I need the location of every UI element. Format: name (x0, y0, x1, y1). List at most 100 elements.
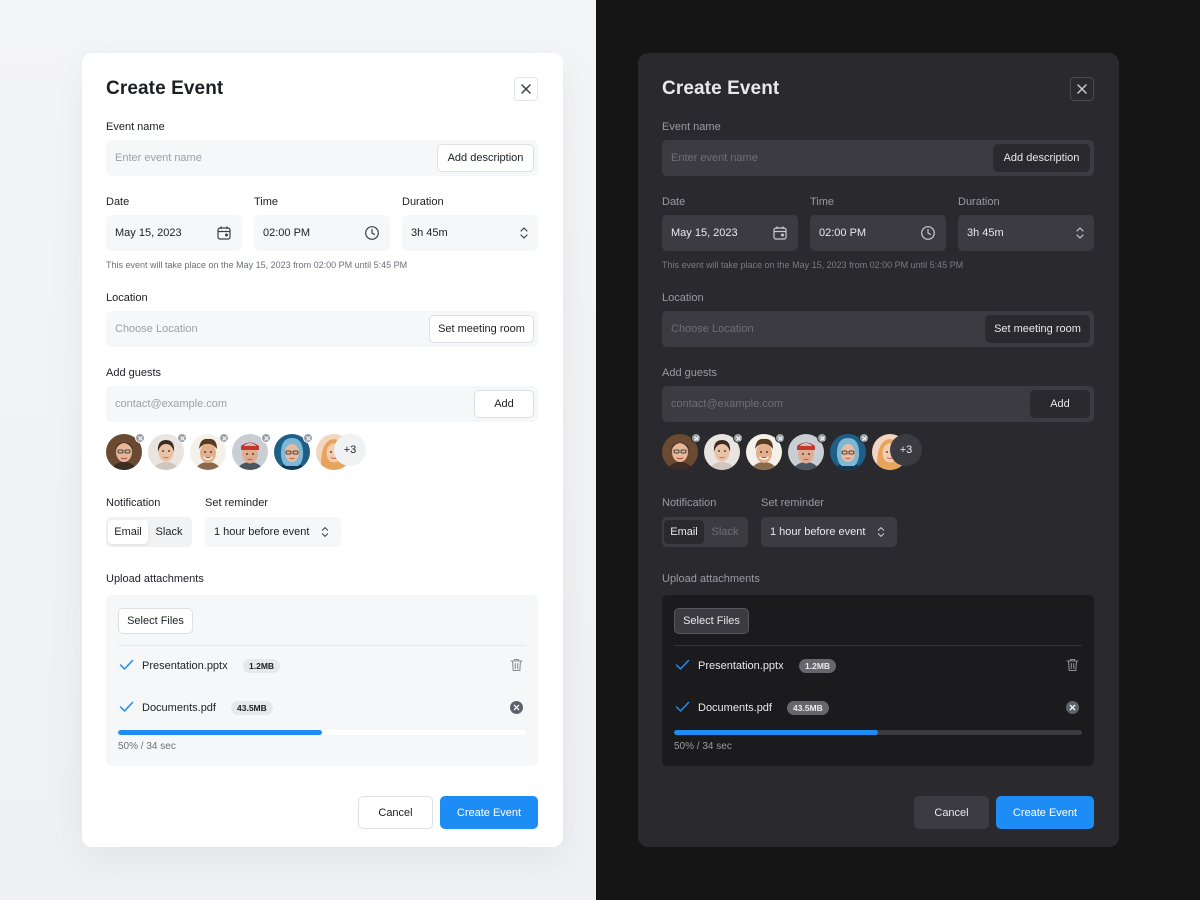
event-name-input[interactable]: Enter event name Add description (662, 140, 1094, 176)
file-size-badge: 1.2MB (799, 659, 837, 673)
location-placeholder: Choose Location (671, 323, 754, 335)
create-event-button[interactable]: Create Event (440, 796, 538, 829)
date-value: May 15, 2023 (671, 227, 738, 239)
select-files-button[interactable]: Select Files (118, 608, 193, 634)
notification-toggle[interactable]: Email Slack (662, 517, 748, 547)
cancel-circle-icon[interactable] (510, 701, 523, 714)
cancel-button[interactable]: Cancel (358, 796, 433, 829)
chevron-up-down-icon (877, 527, 885, 537)
date-label: Date (662, 196, 686, 208)
remove-guest-icon[interactable] (135, 433, 145, 443)
create-event-button[interactable]: Create Event (996, 796, 1094, 829)
more-guests-badge[interactable]: +3 (890, 434, 922, 466)
location-label: Location (662, 292, 704, 304)
upload-progress-fill (118, 730, 322, 735)
avatar (148, 433, 187, 470)
more-guests-badge[interactable]: +3 (334, 434, 366, 466)
notification-option-slack[interactable]: Slack (148, 520, 190, 544)
avatar (788, 433, 827, 470)
trash-icon[interactable] (510, 658, 523, 672)
notification-option-email[interactable]: Email (664, 520, 704, 544)
reminder-select[interactable]: 1 hour before event (761, 517, 897, 547)
add-guest-button[interactable]: Add (1030, 390, 1090, 418)
clock-icon[interactable] (364, 225, 380, 241)
duration-select[interactable]: 3h 45m (402, 215, 538, 251)
avatar (662, 433, 701, 470)
location-placeholder: Choose Location (115, 323, 198, 335)
trash-icon[interactable] (1066, 658, 1079, 672)
file-size-badge: 43.5MB (231, 701, 273, 715)
close-button[interactable] (514, 77, 538, 101)
add-description-button[interactable]: Add description (993, 144, 1090, 172)
remove-guest-icon[interactable] (691, 433, 701, 443)
create-event-modal: Create Event Event name Enter event name… (638, 53, 1119, 847)
file-size-badge: 1.2MB (243, 659, 281, 673)
set-meeting-room-button[interactable]: Set meeting room (429, 315, 534, 343)
check-icon (119, 659, 134, 670)
divider (674, 645, 1082, 646)
calendar-icon[interactable] (772, 225, 788, 241)
upload-progress-bar (118, 730, 526, 735)
remove-guest-icon[interactable] (775, 433, 785, 443)
guest-email-input[interactable]: contact@example.com Add (106, 386, 538, 422)
remove-guest-icon[interactable] (817, 433, 827, 443)
modal-title: Create Event (662, 78, 780, 99)
notification-option-slack[interactable]: Slack (704, 520, 746, 544)
event-name-input[interactable]: Enter event name Add description (106, 140, 538, 176)
schedule-hint: This event will take place on the May 15… (662, 260, 964, 270)
remove-guest-icon[interactable] (733, 433, 743, 443)
remove-guest-icon[interactable] (303, 433, 313, 443)
avatar (274, 433, 313, 470)
guest-email-input[interactable]: contact@example.com Add (662, 386, 1094, 422)
remove-guest-icon[interactable] (859, 433, 869, 443)
date-picker[interactable]: May 15, 2023 (106, 215, 242, 251)
set-meeting-room-button[interactable]: Set meeting room (985, 315, 1090, 343)
select-files-button[interactable]: Select Files (674, 608, 749, 634)
date-picker[interactable]: May 15, 2023 (662, 215, 798, 251)
schedule-hint: This event will take place on the May 15… (106, 260, 408, 270)
add-description-button[interactable]: Add description (437, 144, 534, 172)
remove-guest-icon[interactable] (219, 433, 229, 443)
light-theme-panel: Create Event Event name Enter event name… (0, 0, 596, 900)
avatar (830, 433, 869, 470)
notification-option-email[interactable]: Email (108, 520, 148, 544)
upload-attachments-label: Upload attachments (106, 573, 204, 585)
add-guest-button[interactable]: Add (474, 390, 534, 418)
location-input[interactable]: Choose Location Set meeting room (662, 311, 1094, 347)
cancel-button[interactable]: Cancel (914, 796, 989, 829)
upload-area: Select Files Presentation.pptx 1.2MB Doc… (662, 595, 1094, 766)
duration-value: 3h 45m (967, 227, 1004, 239)
avatar (232, 433, 271, 470)
event-name-label: Event name (106, 121, 165, 133)
create-event-modal: Create Event Event name Enter event name… (82, 53, 563, 847)
event-name-placeholder: Enter event name (671, 152, 758, 164)
time-label: Time (254, 196, 279, 208)
reminder-select[interactable]: 1 hour before event (205, 517, 341, 547)
location-input[interactable]: Choose Location Set meeting room (106, 311, 538, 347)
remove-guest-icon[interactable] (177, 433, 187, 443)
remove-guest-icon[interactable] (261, 433, 271, 443)
time-value: 02:00 PM (819, 227, 867, 239)
reminder-value: 1 hour before event (214, 526, 310, 538)
cancel-circle-icon[interactable] (1066, 701, 1079, 714)
duration-label: Duration (402, 196, 444, 208)
avatar (106, 433, 145, 470)
guest-email-placeholder: contact@example.com (115, 398, 228, 410)
time-picker[interactable]: 02:00 PM (254, 215, 390, 251)
time-picker[interactable]: 02:00 PM (810, 215, 946, 251)
clock-icon[interactable] (920, 225, 936, 241)
event-name-label: Event name (662, 121, 721, 133)
close-icon (521, 84, 531, 94)
calendar-icon[interactable] (216, 225, 232, 241)
location-label: Location (106, 292, 148, 304)
notification-toggle[interactable]: Email Slack (106, 517, 192, 547)
file-name: Presentation.pptx (698, 660, 784, 672)
reminder-value: 1 hour before event (770, 526, 866, 538)
duration-select[interactable]: 3h 45m (958, 215, 1094, 251)
upload-progress-text: 50% / 34 sec (118, 741, 176, 752)
duration-value: 3h 45m (411, 227, 448, 239)
chevron-up-down-icon (520, 227, 528, 239)
file-name: Documents.pdf (698, 702, 772, 714)
close-button[interactable] (1070, 77, 1094, 101)
chevron-up-down-icon (321, 527, 329, 537)
